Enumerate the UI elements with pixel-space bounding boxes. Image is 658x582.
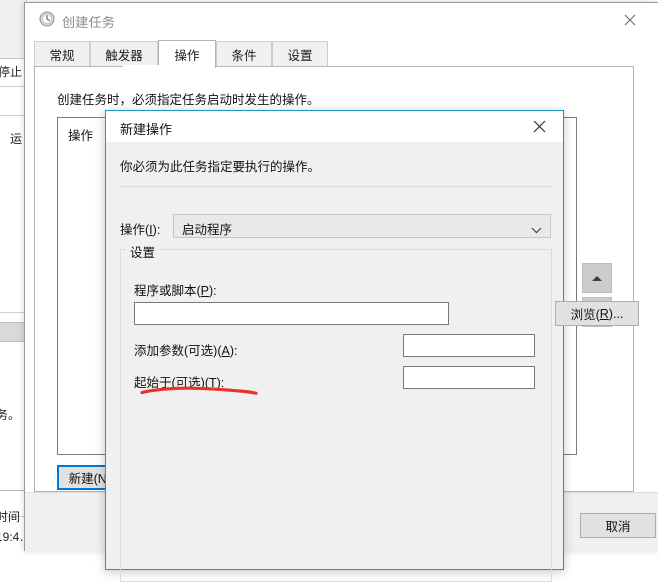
arguments-input[interactable]: [403, 334, 535, 357]
actions-column-header: 操作: [68, 129, 94, 143]
active-tab-underlay: [123, 65, 181, 68]
page-title: 创建任务: [62, 15, 116, 30]
action-type-value: 启动程序: [182, 223, 233, 237]
new-action-dialog: 新建操作 你必须为此任务指定要执行的操作。 操作(I): 启动程序 设置 程序或…: [105, 110, 639, 582]
settings-legend: 设置: [126, 242, 160, 261]
cancel-button[interactable]: 取消: [580, 513, 656, 538]
actions-description: 创建任务时，必须指定任务启动时发生的操作。: [57, 93, 320, 107]
tab-general[interactable]: 常规: [34, 41, 90, 67]
close-icon[interactable]: [610, 7, 650, 33]
new-action-titlebar: 新建操作: [106, 111, 563, 142]
tab-actions[interactable]: 操作: [158, 40, 216, 68]
chevron-down-icon: [531, 223, 542, 237]
move-up-button[interactable]: [582, 263, 612, 293]
background-left-panel: [0, 0, 27, 551]
program-input-field[interactable]: [135, 303, 448, 324]
new-action-description: 你必须为此任务指定要执行的操作。: [120, 160, 321, 174]
program-label: 程序或脚本(P):: [134, 284, 217, 298]
background-toolbar-strip: [0, 0, 26, 59]
arguments-label: 添加参数(可选)(A):: [134, 344, 238, 358]
background-divider-2: [0, 115, 26, 116]
action-type-label: 操作(I):: [120, 223, 161, 237]
create-task-titlebar: 创建任务: [25, 3, 658, 35]
close-icon[interactable]: [519, 113, 559, 140]
clock-icon: [39, 11, 55, 27]
horizontal-divider: [120, 186, 552, 187]
new-action-title: 新建操作: [120, 122, 173, 137]
browse-button[interactable]: 浏览(R)...: [555, 301, 639, 326]
background-text-run: 运: [10, 132, 23, 146]
start-in-input-field[interactable]: [404, 367, 534, 388]
tab-settings[interactable]: 设置: [272, 41, 328, 67]
program-input[interactable]: [134, 302, 449, 325]
tabstrip: 常规 触发器 操作 条件 设置: [34, 40, 658, 68]
background-selected-row: [0, 322, 26, 342]
triangle-up-icon: [592, 275, 602, 281]
arguments-input-field[interactable]: [404, 335, 534, 356]
background-divider-3: [0, 312, 26, 313]
action-type-dropdown[interactable]: 启动程序: [173, 214, 551, 238]
background-text-task: 务。: [0, 408, 21, 422]
start-in-label: 起始于(可选)(T):: [134, 376, 225, 390]
background-divider-1: [0, 86, 26, 87]
new-action-body: 你必须为此任务指定要执行的操作。 操作(I): 启动程序 设置 程序或脚本(P)…: [106, 142, 639, 582]
tab-triggers[interactable]: 触发器: [90, 41, 158, 67]
tab-conditions[interactable]: 条件: [216, 41, 272, 67]
background-divider-4: [0, 490, 26, 491]
start-in-input[interactable]: [403, 366, 535, 389]
background-column-time: 时间: [0, 510, 21, 524]
